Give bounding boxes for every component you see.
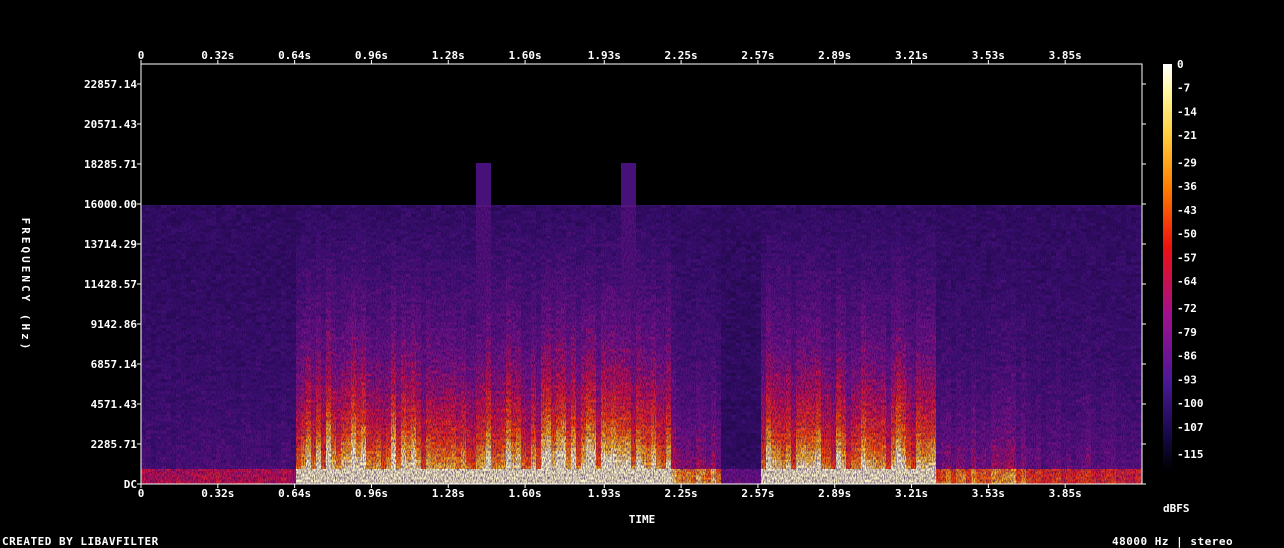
spectrogram-chart: 0 0.32s 0.64s 0.96s 1.28s 1.60s 1.93s 2.25s 2.57… (19, 49, 1204, 526)
spectrogram-plot (141, 64, 1142, 484)
